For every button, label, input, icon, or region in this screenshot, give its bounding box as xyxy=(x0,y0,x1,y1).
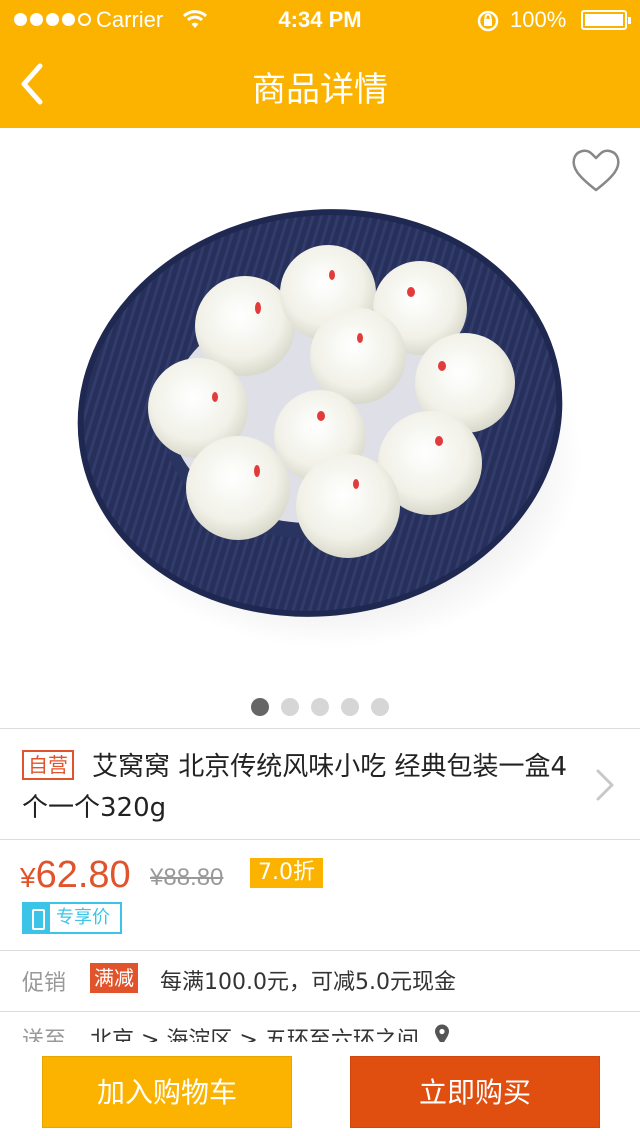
pager-dot[interactable] xyxy=(341,698,359,716)
pager-dot[interactable] xyxy=(311,698,329,716)
rotation-lock-icon xyxy=(477,10,499,32)
chevron-right-icon[interactable] xyxy=(590,765,620,805)
promotion-tag: 满减 xyxy=(90,963,138,993)
pager-dot[interactable] xyxy=(251,698,269,716)
self-operated-badge: 自营 xyxy=(22,750,74,780)
discount-badge: 7.0折 xyxy=(250,858,323,888)
product-title-row[interactable]: 艾窝窝 北京传统风味小吃 经典包装一盒4个一个320g 自营 xyxy=(0,729,640,839)
promotion-text: 每满100.0元，可减5.0元现金 xyxy=(160,970,456,995)
current-price: ¥62.80 xyxy=(20,854,131,896)
phone-icon xyxy=(24,904,50,932)
battery-percent: 100% xyxy=(510,7,567,32)
top-bar: Carrier 4:34 PM 100% 商品详情 xyxy=(0,0,640,128)
exclusive-price-badge: 专享价 xyxy=(22,902,122,934)
pager-dot[interactable] xyxy=(281,698,299,716)
status-bar: Carrier 4:34 PM 100% xyxy=(0,0,640,40)
nav-bar: 商品详情 xyxy=(0,40,640,128)
heart-outline-icon[interactable] xyxy=(570,146,622,194)
battery-icon xyxy=(581,10,631,30)
buy-now-button[interactable]: 立即购买 xyxy=(350,1056,600,1128)
pager-dot[interactable] xyxy=(371,698,389,716)
price-section: ¥62.80 ¥88.80 7.0折 专享价 xyxy=(0,840,640,950)
product-name: 艾窝窝 北京传统风味小吃 经典包装一盒4个一个320g xyxy=(22,752,568,823)
bottom-action-bar: 加入购物车 立即购买 xyxy=(0,1042,640,1136)
promotion-row[interactable]: 促销 满减 每满100.0元，可减5.0元现金 xyxy=(0,951,640,1011)
page-title: 商品详情 xyxy=(252,70,388,110)
promotion-label: 促销 xyxy=(22,971,67,996)
product-photo xyxy=(77,209,582,648)
gallery-pager[interactable] xyxy=(0,698,640,716)
add-to-cart-button[interactable]: 加入购物车 xyxy=(42,1056,292,1128)
original-price: ¥88.80 xyxy=(150,864,224,891)
product-gallery[interactable] xyxy=(0,128,640,728)
